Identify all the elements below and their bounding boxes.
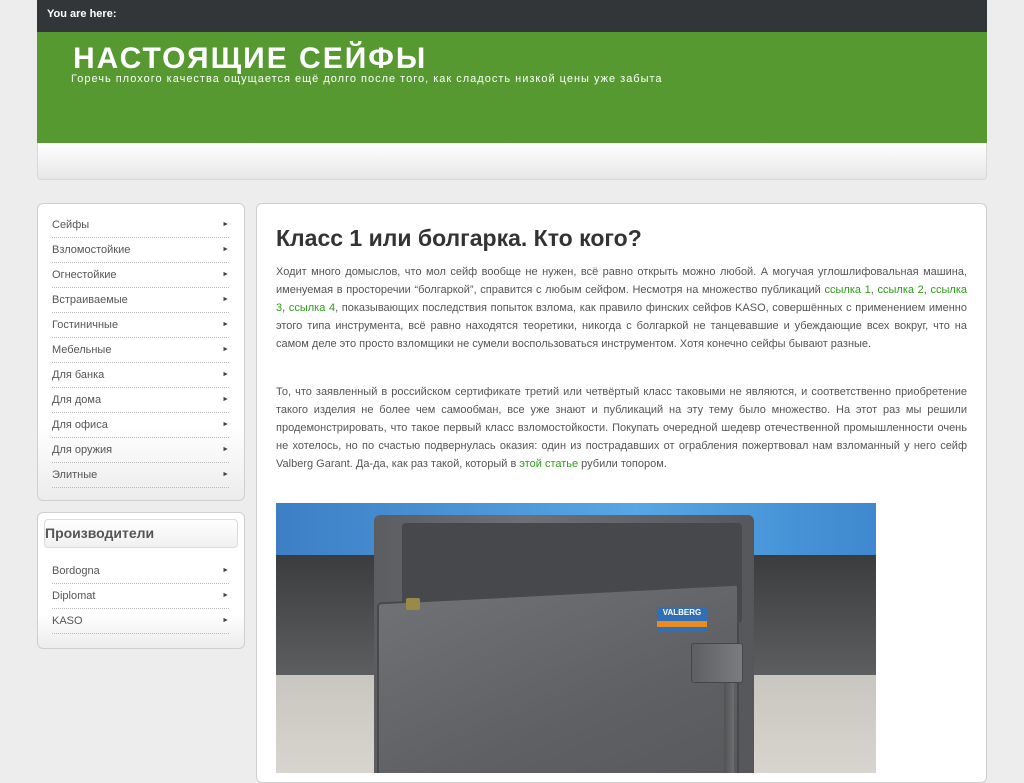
menu-item-label: Для офиса (52, 419, 108, 431)
menu-item[interactable]: Мебельные ► (52, 338, 229, 363)
menu-item[interactable]: Для офиса ► (52, 413, 229, 438)
arrow-right-icon: ► (222, 346, 229, 353)
link-separator: , (282, 302, 289, 314)
menu-item[interactable]: Для дома ► (52, 388, 229, 413)
article-link[interactable]: этой статье (519, 458, 578, 470)
menu-item[interactable]: Для банка ► (52, 363, 229, 388)
menu-item[interactable]: KASO ► (52, 609, 229, 634)
menu-item-label: Для дома (52, 394, 102, 406)
brand-plate-text: VALBERG (662, 608, 702, 617)
menu-item[interactable]: Bordogna ► (52, 559, 229, 584)
hinge (691, 643, 743, 683)
menu-item[interactable]: Diplomat ► (52, 584, 229, 609)
menu-item[interactable]: Для оружия ► (52, 438, 229, 463)
reference-link[interactable]: ссылка 1 (825, 284, 871, 296)
menu-item[interactable]: Гостиничные ► (52, 313, 229, 338)
arrow-right-icon: ► (222, 246, 229, 253)
arrow-right-icon: ► (222, 271, 229, 278)
post-paragraph: Ходит много домыслов, что мол сейф вообщ… (276, 263, 967, 353)
manufacturer-menu: Bordogna ► Diplomat ► KASO ► (38, 559, 244, 634)
arrow-right-icon: ► (222, 567, 229, 574)
brand-plate: VALBERG (657, 607, 707, 631)
menu-item-label: Diplomat (52, 590, 96, 602)
menu-item-label: Огнестойкие (52, 269, 117, 281)
menu-item-label: Сейфы (52, 219, 90, 231)
manufacturers-widget: Производители Bordogna ► Diplomat ► KASO ► (37, 512, 245, 649)
site-header: НАСТОЯЩИЕ СЕЙФЫ Горечь плохого качества … (37, 32, 987, 143)
menu-item[interactable]: Взломостойкие ► (52, 238, 229, 263)
menu-item[interactable]: Сейфы ► (52, 213, 229, 238)
post-title: Класс 1 или болгарка. Кто кого? (276, 225, 642, 251)
post-paragraph: То, что заявленный в российском сертифик… (276, 383, 967, 473)
arrow-right-icon: ► (222, 617, 229, 624)
breadcrumb-label: You are here: (47, 8, 117, 20)
reference-link[interactable]: ссылка 2 (878, 284, 924, 296)
arrow-right-icon: ► (222, 296, 229, 303)
reference-link[interactable]: ссылка 4 (289, 302, 335, 314)
lock-bolt (406, 598, 420, 610)
safe-photo[interactable]: VALBERG (276, 503, 876, 773)
arrow-right-icon: ► (222, 421, 229, 428)
menu-item-label: Для банка (52, 369, 105, 381)
arrow-right-icon: ► (222, 321, 229, 328)
menu-item[interactable]: Элитные ► (52, 463, 229, 488)
brand-stripe (657, 621, 707, 627)
link-separator: , (870, 284, 878, 296)
arrow-right-icon: ► (222, 471, 229, 478)
paragraph-text: рубили топором. (578, 458, 667, 470)
menu-item-label: Взломостойкие (52, 244, 131, 256)
menu-item[interactable]: Встраиваемые ► (52, 288, 229, 313)
arrow-right-icon: ► (222, 371, 229, 378)
menu-item-label: Встраиваемые (52, 294, 128, 306)
arrow-right-icon: ► (222, 221, 229, 228)
link-separator: , (923, 284, 931, 296)
menu-item-label: Для оружия (52, 444, 113, 456)
breadcrumb: You are here: (37, 0, 987, 32)
menu-item-label: KASO (52, 615, 83, 627)
menu-item-label: Гостиничные (52, 319, 119, 331)
widget-title: Производители (44, 519, 238, 548)
categories-widget: Сейфы ► Взломостойкие ► Огнестойкие ► Встраива… (37, 203, 245, 501)
site-description: Горечь плохого качества ощущается ещё до… (71, 73, 663, 85)
site-title[interactable]: НАСТОЯЩИЕ СЕЙФЫ (73, 42, 427, 76)
arrow-right-icon: ► (222, 396, 229, 403)
arrow-right-icon: ► (222, 446, 229, 453)
menu-item-label: Элитные (52, 469, 98, 481)
menu-item[interactable]: Огнестойкие ► (52, 263, 229, 288)
arrow-right-icon: ► (222, 592, 229, 599)
menu-item-label: Мебельные (52, 344, 112, 356)
paragraph-text: , показывающих последствия попыток взлом… (276, 302, 967, 350)
category-menu: Сейфы ► Взломостойкие ► Огнестойкие ► Встраива… (38, 213, 244, 488)
menu-item-label: Bordogna (52, 565, 100, 577)
nav-bar (37, 143, 987, 180)
post-content: Класс 1 или болгарка. Кто кого? Ходит мн… (256, 203, 987, 783)
